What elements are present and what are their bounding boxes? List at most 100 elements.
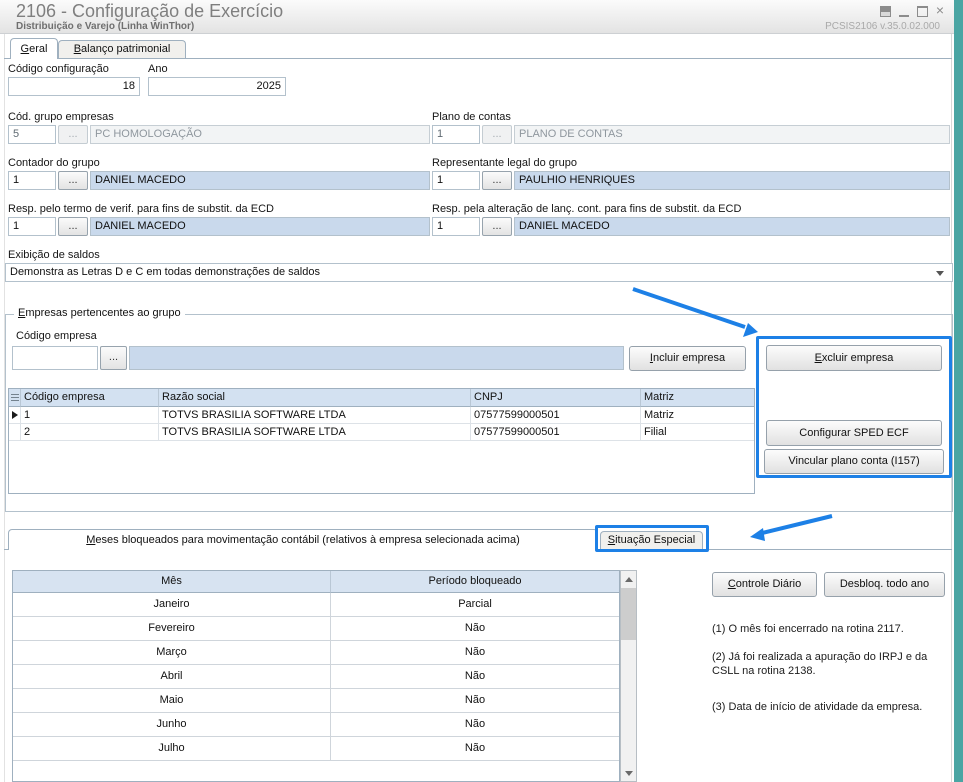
excluir-empresa-button[interactable]: Excluir empresa	[766, 345, 942, 371]
empresas-table: Código empresa Razão social CNPJ Matriz …	[8, 388, 755, 494]
app-window: 2106 - Configuração de Exercício Distrib…	[0, 0, 963, 782]
meses-table-scrollbar[interactable]	[620, 570, 637, 782]
ano-label: Ano	[148, 63, 168, 75]
annotation-arrow-2	[761, 514, 833, 535]
annotation-arrow-2-head	[750, 528, 765, 541]
empresas-group-title: Empresas pertencentes ao grupo	[14, 307, 185, 319]
empresa-nome-field	[129, 346, 624, 370]
scroll-down-icon	[625, 771, 633, 776]
note-3: (3) Data de início de atividade da empre…	[712, 701, 923, 713]
contador-label: Contador do grupo	[8, 157, 100, 169]
resp-alteracao-code-field[interactable]: 1	[432, 217, 480, 236]
configurar-sped-ecf-button[interactable]: Configurar SPED ECF	[766, 420, 942, 446]
cell-razao: TOTVS BRASILIA SOFTWARE LTDA	[159, 424, 471, 441]
meses-table: Mês Período bloqueado Janeiro Parcial Fe…	[12, 570, 620, 782]
note-1: (1) O mês foi encerrado na rotina 2117.	[712, 623, 904, 635]
tab-situacao-especial[interactable]: Situação Especial	[600, 531, 703, 549]
header-razao-social: Razão social	[159, 389, 471, 407]
window-shade-icon[interactable]	[879, 5, 891, 17]
minimize-icon[interactable]	[898, 5, 909, 17]
maximize-icon[interactable]	[916, 5, 928, 17]
cell-cnpj: 07577599000501	[471, 424, 641, 441]
cell-periodo: Não	[331, 689, 619, 713]
cell-periodo: Não	[331, 641, 619, 665]
scroll-up-button[interactable]	[621, 571, 636, 587]
scroll-down-button[interactable]	[621, 765, 636, 781]
vincular-plano-conta-button[interactable]: Vincular plano conta (I157)	[764, 449, 944, 474]
cell-codigo: 2	[21, 424, 159, 441]
table-row[interactable]: Março Não	[13, 641, 619, 665]
cell-mes: Julho	[13, 737, 331, 761]
cell-mes: Junho	[13, 713, 331, 737]
tab-meses-bloqueados[interactable]: Meses bloqueados para movimentação contá…	[8, 529, 598, 550]
resp-alteracao-label: Resp. pela alteração de lanç. cont. para…	[432, 203, 742, 215]
chevron-down-icon	[936, 271, 944, 276]
desbloq-todo-ano-button[interactable]: Desbloq. todo ano	[824, 572, 945, 597]
header-mes: Mês	[13, 571, 331, 593]
header-periodo-bloqueado: Período bloqueado	[331, 571, 619, 593]
scrollbar-thumb[interactable]	[621, 588, 636, 640]
plano-contas-name-field: PLANO DE CONTAS	[514, 125, 950, 144]
contador-name-field: DANIEL MACEDO	[90, 171, 430, 190]
table-row[interactable]: Maio Não	[13, 689, 619, 713]
title-bar: 2106 - Configuração de Exercício Distrib…	[0, 0, 954, 34]
table-row[interactable]: Abril Não	[13, 665, 619, 689]
table-row[interactable]: 2 TOTVS BRASILIA SOFTWARE LTDA 075775990…	[9, 424, 754, 441]
codigo-empresa-field[interactable]	[12, 346, 98, 370]
header-cnpj: CNPJ	[471, 389, 641, 407]
resp-termo-label: Resp. pelo termo de verif. para fins de …	[8, 203, 274, 215]
plano-contas-code-field[interactable]: 1	[432, 125, 480, 144]
exibicao-saldos-label: Exibição de saldos	[8, 249, 100, 261]
cell-periodo: Não	[331, 665, 619, 689]
cell-mes: Abril	[13, 665, 331, 689]
grupo-empresas-label: Cód. grupo empresas	[8, 111, 114, 123]
codigo-configuracao-field[interactable]: 18	[8, 77, 140, 96]
exibicao-saldos-select[interactable]: Demonstra as Letras D e C em todas demon…	[5, 263, 953, 282]
contador-code-field[interactable]: 1	[8, 171, 56, 190]
codigo-empresa-lookup-button[interactable]: ...	[100, 346, 127, 370]
cell-periodo: Não	[331, 617, 619, 641]
representante-code-field[interactable]: 1	[432, 171, 480, 190]
cell-codigo: 1	[21, 407, 159, 424]
cell-periodo: Não	[331, 737, 619, 761]
row-selected-marker-icon	[12, 411, 18, 419]
cell-mes: Fevereiro	[13, 617, 331, 641]
tab-strip-line	[4, 58, 952, 59]
table-row[interactable]: Julho Não	[13, 737, 619, 761]
scroll-up-icon	[625, 577, 633, 582]
tab-geral[interactable]: Geral	[10, 38, 58, 59]
grid-selector-icon	[11, 394, 19, 401]
grupo-empresas-lookup-button[interactable]: ...	[58, 125, 88, 144]
resp-termo-lookup-button[interactable]: ...	[58, 217, 88, 236]
incluir-empresa-button[interactable]: Incluir empresa	[629, 346, 746, 371]
codigo-empresa-label: Código empresa	[16, 330, 97, 342]
representante-label: Representante legal do grupo	[432, 157, 577, 169]
desktop-background-strip	[954, 0, 963, 782]
contador-lookup-button[interactable]: ...	[58, 171, 88, 190]
controle-diario-button[interactable]: Controle Diário	[712, 572, 817, 597]
table-selector-header-cell	[9, 389, 21, 407]
table-row[interactable]: 1 TOTVS BRASILIA SOFTWARE LTDA 075775990…	[9, 407, 754, 424]
tab-balanco-patrimonial[interactable]: Balanço patrimonial	[58, 40, 186, 58]
table-row[interactable]: Junho Não	[13, 713, 619, 737]
representante-lookup-button[interactable]: ...	[482, 171, 512, 190]
cell-mes: Maio	[13, 689, 331, 713]
ano-field[interactable]: 2025	[148, 77, 286, 96]
representante-name-field: PAULHIO HENRIQUES	[514, 171, 950, 190]
header-codigo-empresa: Código empresa	[21, 389, 159, 407]
version-label: PCSIS2106 v.35.0.02.000	[825, 21, 940, 32]
resp-alteracao-lookup-button[interactable]: ...	[482, 217, 512, 236]
resp-termo-code-field[interactable]: 1	[8, 217, 56, 236]
header-matriz: Matriz	[641, 389, 754, 407]
cell-mes: Janeiro	[13, 593, 331, 617]
cell-periodo: Não	[331, 713, 619, 737]
window-title: 2106 - Configuração de Exercício	[16, 1, 284, 21]
cell-matriz: Filial	[641, 424, 754, 441]
resp-termo-name-field: DANIEL MACEDO	[90, 217, 430, 236]
grupo-empresas-code-field[interactable]: 5	[8, 125, 56, 144]
close-icon[interactable]: ×	[936, 3, 944, 17]
table-row[interactable]: Janeiro Parcial	[13, 593, 619, 617]
exibicao-saldos-value: Demonstra as Letras D e C em todas demon…	[10, 266, 320, 278]
table-row[interactable]: Fevereiro Não	[13, 617, 619, 641]
plano-contas-lookup-button[interactable]: ...	[482, 125, 512, 144]
